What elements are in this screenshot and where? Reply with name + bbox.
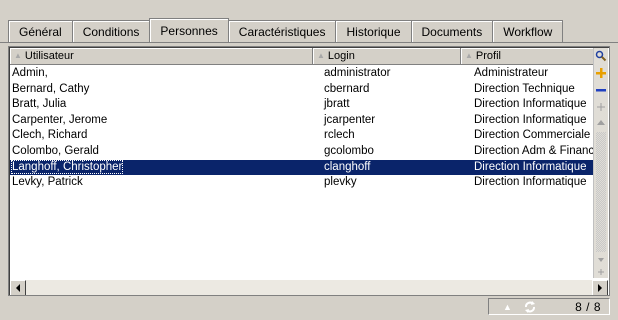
- cell-profil: Direction Technique: [474, 82, 575, 95]
- cell-login: jbratt: [324, 98, 350, 111]
- tab-documents[interactable]: Documents: [410, 20, 493, 42]
- tab-caracteristiques[interactable]: Caractéristiques: [227, 20, 336, 42]
- cell-profil: Direction Informatique: [474, 176, 587, 189]
- tab-conditions[interactable]: Conditions: [71, 20, 150, 42]
- record-counter-field: ▲ 8 / 8: [488, 298, 610, 315]
- cell-login: gcolombo: [324, 144, 374, 157]
- cell-user: Levky, Patrick: [12, 176, 83, 189]
- toolbar-track: [596, 132, 606, 252]
- tab-bar: Général Conditions Personnes Caractérist…: [8, 18, 564, 42]
- table-row[interactable]: Bernard, Cathy cbernard Direction Techni…: [10, 82, 593, 98]
- sort-ascending-icon: ▲: [465, 51, 473, 60]
- cell-user: Bratt, Julia: [12, 98, 67, 111]
- sort-ascending-icon: ▲: [14, 51, 22, 60]
- table-row[interactable]: Colombo, Gerald gcolombo Direction Adm &…: [10, 144, 593, 160]
- cell-profil: Direction Informatique: [474, 160, 587, 173]
- status-bar: ▲ 8 / 8: [8, 297, 610, 316]
- cell-user: Carpenter, Jerome: [12, 113, 108, 126]
- cell-login: clanghoff: [324, 160, 371, 173]
- cell-user: Bernard, Cathy: [12, 82, 90, 95]
- collapse-icon[interactable]: [595, 116, 607, 128]
- table-row-selected[interactable]: Langhoff, Christopher clanghoff Directio…: [10, 159, 593, 176]
- scroll-left-button[interactable]: [10, 280, 26, 295]
- cell-login: administrator: [324, 67, 391, 79]
- cell-profil: Direction Commerciale: [474, 129, 591, 142]
- tab-personnes[interactable]: Personnes: [149, 18, 229, 42]
- refresh-icon[interactable]: [523, 300, 537, 314]
- column-header-profil[interactable]: ▲ Profil: [461, 48, 593, 65]
- cell-profil: Direction Informatique: [474, 113, 587, 126]
- record-count: 8 / 8: [575, 300, 601, 314]
- table-row[interactable]: Admin, administrator Administrateur: [10, 66, 593, 82]
- cell-user: Colombo, Gerald: [12, 144, 99, 157]
- grid-rows: Admin, administrator Administrateur Bern…: [10, 66, 593, 191]
- expand-icon[interactable]: [595, 101, 607, 113]
- plus-icon[interactable]: [595, 67, 607, 79]
- add-small-icon[interactable]: [595, 266, 607, 278]
- cell-user: Admin,: [12, 67, 48, 79]
- sort-ascending-icon: ▲: [317, 51, 325, 60]
- scroll-right-button[interactable]: [592, 280, 608, 295]
- column-label: Profil: [475, 50, 501, 62]
- cell-login: cbernard: [324, 82, 370, 95]
- cell-login: plevky: [324, 176, 357, 189]
- minus-icon[interactable]: [595, 84, 607, 96]
- horizontal-scrollbar[interactable]: [10, 280, 608, 295]
- column-header-login[interactable]: ▲ Login: [313, 48, 461, 65]
- magnifier-icon[interactable]: [595, 50, 607, 62]
- table-row[interactable]: Clech, Richard rclech Direction Commerci…: [10, 128, 593, 144]
- table-row[interactable]: Bratt, Julia jbratt Direction Informatiq…: [10, 97, 593, 113]
- tab-general[interactable]: Général: [8, 20, 72, 42]
- tab-divider: [0, 42, 618, 43]
- users-grid: ▲ Utilisateur ▲ Login ▲ Profil Admin, admin…: [8, 46, 610, 296]
- column-label: Utilisateur: [24, 50, 74, 62]
- cell-profil: Direction Adm & Financière: [474, 144, 593, 157]
- tab-historique[interactable]: Historique: [335, 20, 411, 42]
- record-toolbar: [593, 48, 608, 278]
- table-row[interactable]: Levky, Patrick plevky Direction Informat…: [10, 175, 593, 191]
- cell-profil: Direction Informatique: [474, 98, 587, 111]
- cell-user: Clech, Richard: [12, 129, 88, 142]
- column-header-utilisateur[interactable]: ▲ Utilisateur: [10, 48, 313, 65]
- cell-login: jcarpenter: [324, 113, 376, 126]
- column-label: Login: [327, 50, 355, 62]
- grid-header: ▲ Utilisateur ▲ Login ▲ Profil: [10, 48, 593, 65]
- table-row[interactable]: Carpenter, Jerome jcarpenter Direction I…: [10, 113, 593, 129]
- tab-workflow[interactable]: Workflow: [492, 20, 564, 42]
- cell-user: Langhoff, Christopher: [10, 159, 124, 174]
- scroll-down-icon[interactable]: [595, 254, 607, 266]
- cell-profil: Administrateur: [474, 67, 549, 79]
- sort-indicator-icon: ▲: [503, 302, 512, 312]
- cell-login: rclech: [324, 129, 355, 142]
